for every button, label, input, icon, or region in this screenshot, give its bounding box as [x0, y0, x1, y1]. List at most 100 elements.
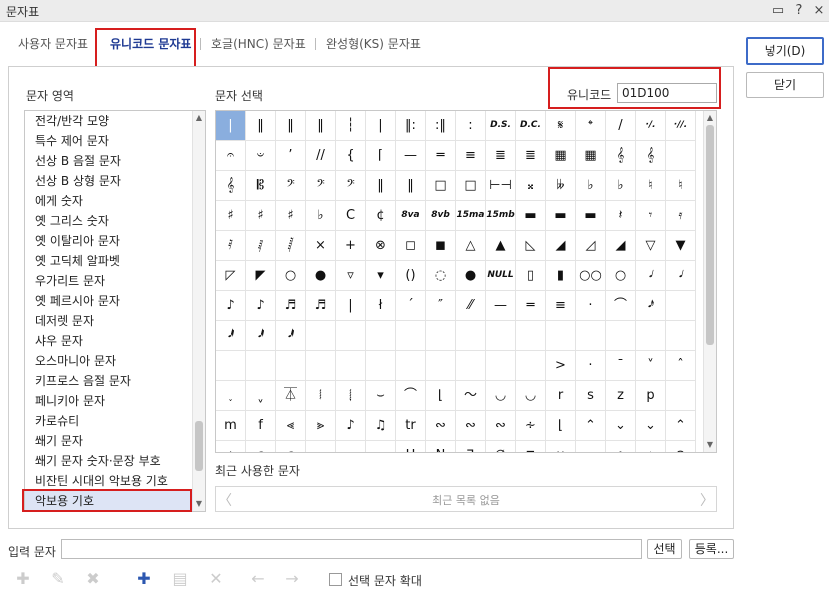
symbol-cell[interactable]: ◢ — [606, 231, 636, 261]
symbol-cell[interactable]: NULL — [486, 261, 516, 291]
symbol-cell[interactable]: ⌄ — [636, 411, 666, 441]
symbol-cell[interactable]: ≡ — [546, 291, 576, 321]
symbol-cell[interactable]: tr — [396, 411, 426, 441]
symbol-cell[interactable]: ∾ — [426, 411, 456, 441]
symbol-cell[interactable]: r — [546, 381, 576, 411]
symbol-cell[interactable]: ▾ — [366, 261, 396, 291]
symbol-cell[interactable]: 〜 — [456, 381, 486, 411]
symbol-cell[interactable]: ◡ — [516, 381, 546, 411]
arrow-left-icon[interactable]: ← — [245, 568, 271, 590]
symbol-cell[interactable]: ▽ — [636, 231, 666, 261]
symbol-cell[interactable]: ∾ — [486, 411, 516, 441]
symbol-cell[interactable]: ⌢ — [366, 441, 396, 452]
symbol-cell[interactable] — [516, 321, 546, 351]
symbol-cell[interactable]: 𝄢 — [306, 171, 336, 201]
symbol-cell[interactable]: N — [426, 441, 456, 452]
area-list-item[interactable]: 페니키아 문자 — [25, 391, 193, 411]
area-list-item[interactable]: 전각/반각 모양 — [25, 111, 193, 131]
table-icon[interactable]: ▤ — [167, 568, 193, 590]
symbol-cell[interactable]: ◼ — [426, 231, 456, 261]
symbol-cell[interactable]: ‖ — [396, 171, 426, 201]
symbol-cell[interactable]: ⌣ — [366, 381, 396, 411]
symbol-cell[interactable]: ˅ — [636, 351, 666, 381]
symbol-cell[interactable]: ┆ — [336, 111, 366, 141]
symbol-cell[interactable]: ⊢⊣ — [486, 171, 516, 201]
symbol-cell[interactable]: ı — [216, 441, 246, 452]
symbol-cell[interactable]: 𝄢 — [336, 171, 366, 201]
area-list[interactable]: ▲ ▼ 전각/반각 모양 특수 제어 문자 선상 B 음절 문자 선상 B 상형 문자… — [24, 110, 206, 512]
symbol-cell[interactable]: ▦ — [546, 141, 576, 171]
symbol-cell[interactable]: ◢ — [546, 231, 576, 261]
symbol-cell[interactable]: + — [336, 231, 366, 261]
symbol-cell[interactable]: 𝅘𝅥𝅱 — [246, 321, 276, 351]
close-icon[interactable]: × — [810, 2, 828, 20]
symbol-cell[interactable]: ♯ — [246, 201, 276, 231]
symbol-cell[interactable]: ≡ — [456, 141, 486, 171]
symbol-cell[interactable]: D.S. — [486, 111, 516, 141]
scroll-down-icon[interactable]: ▼ — [193, 498, 205, 510]
symbol-cell[interactable]: ≣ — [486, 141, 516, 171]
symbol-cell[interactable]: ═ — [426, 141, 456, 171]
symbol-cell[interactable]: 𝄐 — [216, 141, 246, 171]
symbol-cell[interactable] — [396, 351, 426, 381]
symbol-cell[interactable]: : — [456, 111, 486, 141]
symbol-cell[interactable]: ≣ — [516, 141, 546, 171]
symbol-cell[interactable] — [456, 321, 486, 351]
symbol-cell[interactable]: 15ma — [456, 201, 486, 231]
area-list-item[interactable]: 옛 그리스 숫자 — [25, 211, 193, 231]
symbol-cell[interactable] — [486, 351, 516, 381]
symbol-cell[interactable] — [396, 321, 426, 351]
symbol-cell[interactable]: — — [486, 291, 516, 321]
symbol-cell[interactable]: ⁄⁄ — [456, 291, 486, 321]
symbol-cell[interactable]: p — [636, 381, 666, 411]
symbol-cell[interactable]: ’ — [276, 141, 306, 171]
area-list-item[interactable]: 선상 B 상형 문자 — [25, 171, 193, 191]
symbol-cell[interactable]: ◡ — [486, 381, 516, 411]
symbol-cell[interactable] — [366, 321, 396, 351]
symbol-cell[interactable]: ·/. — [636, 111, 666, 141]
symbol-cell[interactable]: ♯ — [216, 201, 246, 231]
symbol-cell[interactable] — [486, 321, 516, 351]
tab-hnc[interactable]: 호글(HNC) 문자표 — [211, 35, 306, 52]
symbol-cell[interactable] — [666, 141, 696, 171]
symbol-cell[interactable]: ═ — [516, 291, 546, 321]
symbol-cell[interactable]: ○○ — [576, 261, 606, 291]
edit-char-icon[interactable]: ✎ — [45, 568, 71, 590]
symbol-cell[interactable]: △ — [456, 231, 486, 261]
area-list-item[interactable]: 우가리트 문자 — [25, 271, 193, 291]
symbol-cell[interactable]: > — [546, 351, 576, 381]
symbol-cell[interactable]: ‖ — [306, 111, 336, 141]
symbol-cell[interactable]: ⌄ — [606, 411, 636, 441]
symbol-cell[interactable] — [426, 321, 456, 351]
symbol-cell[interactable]: ‖ — [246, 111, 276, 141]
area-list-item[interactable]: 옛 고딕체 알파벳 — [25, 251, 193, 271]
symbol-cell[interactable]: □ — [426, 171, 456, 201]
symbol-cell[interactable]: ¢ — [366, 201, 396, 231]
symbol-cell[interactable]: ∘ — [576, 441, 606, 452]
symbol-cell[interactable]: ◺ — [516, 231, 546, 261]
symbol-cell[interactable]: 𝄞 — [636, 141, 666, 171]
symbol-cell[interactable]: ˬ — [246, 381, 276, 411]
symbol-cell[interactable]: ⊛ — [666, 441, 696, 452]
symbol-cell[interactable]: ♪ — [246, 291, 276, 321]
symbol-cell[interactable]: 𝅘𝅥 — [666, 261, 696, 291]
symbol-cell[interactable]: ⊓ — [516, 441, 546, 452]
area-list-item[interactable]: 비잔틴 시대의 악보용 기호 — [25, 471, 193, 491]
symbol-cell[interactable]: ♪ — [216, 291, 246, 321]
symbol-cell[interactable]: 𝄑 — [246, 141, 276, 171]
symbol-cell[interactable]: D.C. — [516, 111, 546, 141]
symbol-cell[interactable]: ᒣ — [456, 441, 486, 452]
compact-view-icon[interactable]: ▭ — [769, 2, 787, 20]
area-list-item[interactable]: 에게 숫자 — [25, 191, 193, 211]
symbol-cell[interactable]: ▲ — [486, 231, 516, 261]
area-list-item[interactable]: 선상 B 음절 문자 — [25, 151, 193, 171]
symbol-cell[interactable]: ◌ — [426, 261, 456, 291]
area-list-item[interactable]: 옛 페르시아 문자 — [25, 291, 193, 311]
symbol-cell[interactable]: ⊗ — [366, 231, 396, 261]
symbol-cell[interactable]: 𝅘𝅥𝅱 — [216, 321, 246, 351]
symbol-cell[interactable]: / — [606, 111, 636, 141]
symbol-cell[interactable]: ⌒ — [396, 381, 426, 411]
symbol-cell[interactable]: — — [396, 141, 426, 171]
symbol-cell[interactable]: ♭ — [606, 171, 636, 201]
symbol-cell[interactable]: 𝄿 — [666, 201, 696, 231]
